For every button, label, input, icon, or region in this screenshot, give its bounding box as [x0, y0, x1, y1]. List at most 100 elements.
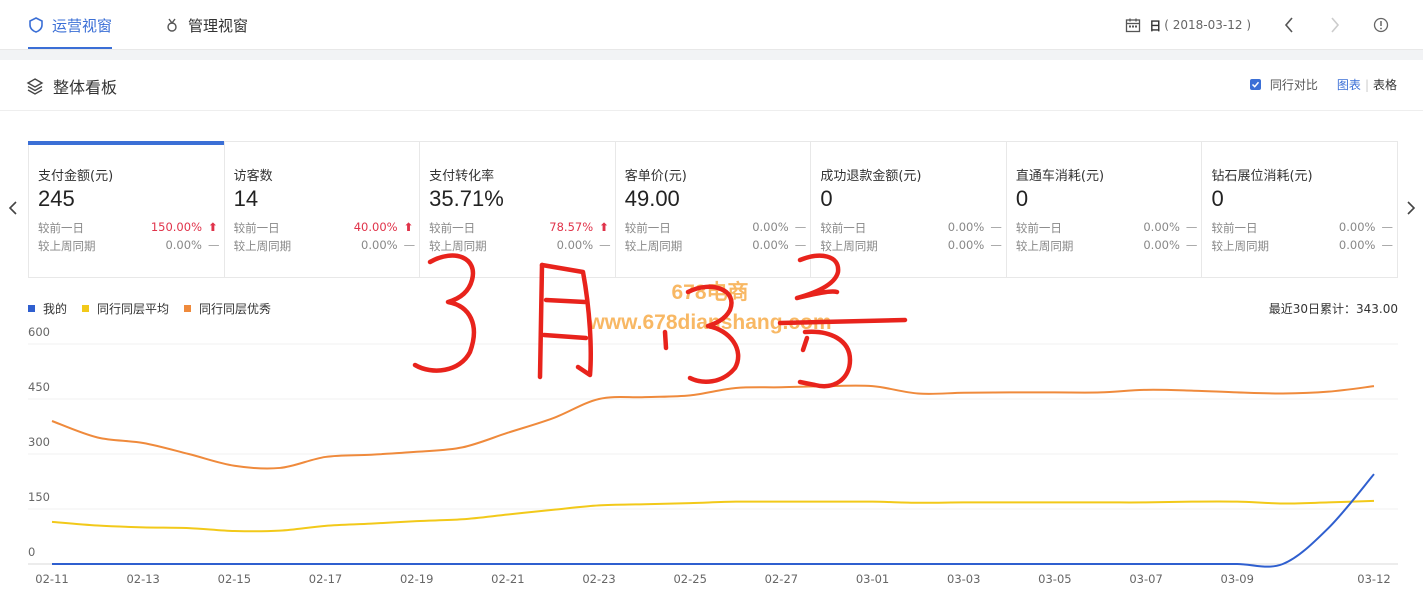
panel-header: 整体看板 同行对比 图表 | 表格: [0, 60, 1423, 111]
dash-icon: —: [990, 220, 1002, 234]
y-tick-label: 0: [28, 545, 35, 559]
x-tick-label: 03-01: [856, 572, 889, 586]
dash-icon: —: [794, 238, 807, 252]
kpi-cards: 支付金额(元) 245 较前一日 150.00% ⬆ 较上周同期 0.00% — 访客数 14 较前…: [28, 141, 1398, 278]
dash-icon: —: [1185, 238, 1198, 252]
peer-compare-checkbox[interactable]: [1249, 79, 1261, 90]
legend-swatch: [184, 305, 192, 312]
x-tick-label: 03-05: [1038, 572, 1071, 586]
kpi-next-icon[interactable]: [1406, 200, 1416, 221]
layers-icon: [26, 78, 44, 95]
week-over-week-label: 较上周同期: [233, 239, 292, 253]
day-over-day-label: 较前一日: [429, 221, 476, 235]
kpi-value: 0: [1211, 186, 1224, 211]
day-over-day-value: 0.00%: [1338, 220, 1376, 234]
week-over-week-row: 较上周同期 0.00% —: [820, 238, 1006, 256]
kpi-name: 访客数: [233, 169, 273, 184]
kpi-card[interactable]: 直通车消耗(元) 0 较前一日 0.00% — 较上周同期 0.00% —: [1007, 142, 1203, 277]
series-line-excellent[interactable]: [51, 384, 1375, 470]
kpi-value: 0: [820, 186, 833, 211]
tab-management-view[interactable]: 管理视窗: [164, 0, 254, 50]
day-over-day-row: 较前一日 40.00% ⬆: [234, 220, 420, 238]
x-tick-label: 02-17: [309, 572, 342, 586]
legend-label: 我的: [43, 302, 68, 316]
day-over-day-label: 较前一日: [38, 221, 84, 235]
x-tick-label: 02-27: [765, 572, 798, 586]
week-over-week-label: 较上周同期: [1015, 239, 1074, 253]
day-over-day-value: 150.00%: [150, 220, 202, 234]
kpi-value: 245: [38, 186, 75, 211]
calendar-icon[interactable]: [1125, 17, 1141, 33]
y-tick-label: 600: [28, 325, 50, 339]
kpi-value: 14: [233, 186, 259, 211]
week-over-week-label: 较上周同期: [1211, 239, 1269, 253]
kpi-card[interactable]: 成功退款金额(元) 0 较前一日 0.00% — 较上周同期 0.00% —: [811, 142, 1007, 277]
x-tick-label: 02-25: [673, 572, 706, 586]
kpi-value: 49.00: [624, 186, 680, 211]
day-over-day-label: 较前一日: [233, 221, 280, 235]
week-over-week-label: 较上周同期: [429, 239, 487, 253]
x-tick-label: 02-15: [218, 572, 251, 586]
divider: |: [1364, 77, 1369, 92]
legend-item-excellent[interactable]: 同行同层优秀: [184, 300, 271, 317]
top-nav: 运营视窗 管理视窗 日 ( 2018-03-12 ): [0, 0, 1423, 50]
day-over-day-row: 较前一日 0.00% —: [820, 220, 1006, 238]
kpi-name: 成功退款金额(元): [820, 169, 922, 184]
legend-label: 同行同层平均: [97, 302, 170, 316]
y-tick-label: 300: [28, 435, 50, 449]
next-date-icon[interactable]: [1327, 17, 1343, 33]
x-tick-label: 03-09: [1221, 572, 1254, 586]
day-over-day-label: 较前一日: [820, 221, 867, 235]
dash-icon: —: [1381, 220, 1393, 234]
date-value[interactable]: ( 2018-03-12 ): [1164, 18, 1251, 32]
prev-date-icon[interactable]: [1281, 17, 1297, 33]
kpi-card[interactable]: 支付金额(元) 245 较前一日 150.00% ⬆ 较上周同期 0.00% —: [28, 141, 225, 277]
week-over-week-label: 较上周同期: [820, 239, 878, 253]
panel-title-text: 整体看板: [53, 78, 118, 97]
x-tick-label: 02-21: [491, 572, 524, 586]
kpi-card[interactable]: 钻石展位消耗(元) 0 较前一日 0.00% — 较上周同期 0.00% —: [1202, 142, 1397, 277]
thirty-day-total: 最近30日累计：343.00: [1268, 302, 1398, 316]
x-tick-label: 03-12: [1357, 572, 1390, 586]
legend-item-mine[interactable]: 我的: [28, 300, 67, 317]
arrow-up-icon: ⬆: [208, 220, 218, 234]
week-over-week-row: 较上周同期 0.00% —: [234, 238, 420, 256]
dash-icon: —: [990, 238, 1002, 252]
kpi-name: 直通车消耗(元): [1015, 169, 1105, 184]
kpi-name: 支付金额(元): [38, 169, 114, 184]
chart-view-link[interactable]: 图表: [1337, 76, 1361, 93]
day-over-day-label: 较前一日: [1015, 221, 1062, 235]
kpi-value: 35.71%: [429, 186, 504, 211]
series-line-average[interactable]: [51, 499, 1375, 533]
kpi-name: 支付转化率: [429, 169, 495, 184]
week-over-week-value: 0.00%: [947, 238, 985, 252]
kpi-card[interactable]: 客单价(元) 49.00 较前一日 0.00% — 较上周同期 0.00% —: [616, 142, 812, 277]
table-view-link[interactable]: 表格: [1373, 76, 1397, 93]
week-over-week-value: 0.00%: [752, 238, 789, 252]
dash-icon: —: [403, 238, 416, 252]
info-icon[interactable]: [1373, 17, 1389, 33]
day-over-day-row: 较前一日 150.00% ⬆: [38, 220, 224, 238]
legend-swatch: [28, 305, 35, 312]
day-over-day-row: 较前一日 0.00% —: [1211, 220, 1397, 238]
x-tick-label: 03-03: [947, 572, 980, 586]
peer-compare-label[interactable]: 同行对比: [1270, 76, 1318, 93]
legend-item-average[interactable]: 同行同层平均: [82, 300, 169, 317]
section-gap: [0, 50, 1423, 60]
week-over-week-label: 较上周同期: [38, 239, 96, 253]
chart-legend: 我的 同行同层平均 同行同层优秀: [28, 300, 286, 317]
series-line-mine[interactable]: [52, 473, 1375, 568]
dash-icon: —: [1381, 238, 1393, 252]
kpi-card[interactable]: 访客数 14 较前一日 40.00% ⬆ 较上周同期 0.00% —: [225, 142, 421, 277]
kpi-prev-icon[interactable]: [8, 200, 18, 221]
legend-swatch: [82, 305, 90, 312]
week-over-week-row: 较上周同期 0.00% —: [1211, 238, 1397, 256]
week-over-week-value: 0.00%: [1143, 238, 1180, 252]
shield-icon: [29, 17, 43, 33]
panel-title: 整体看板: [26, 74, 117, 98]
arrow-up-icon: ⬆: [403, 220, 414, 234]
week-over-week-row: 较上周同期 0.00% —: [38, 238, 224, 256]
tab-operations-view[interactable]: 运营视窗: [28, 0, 113, 50]
day-over-day-value: 78.57%: [549, 220, 594, 234]
date-granularity[interactable]: 日: [1149, 17, 1161, 34]
